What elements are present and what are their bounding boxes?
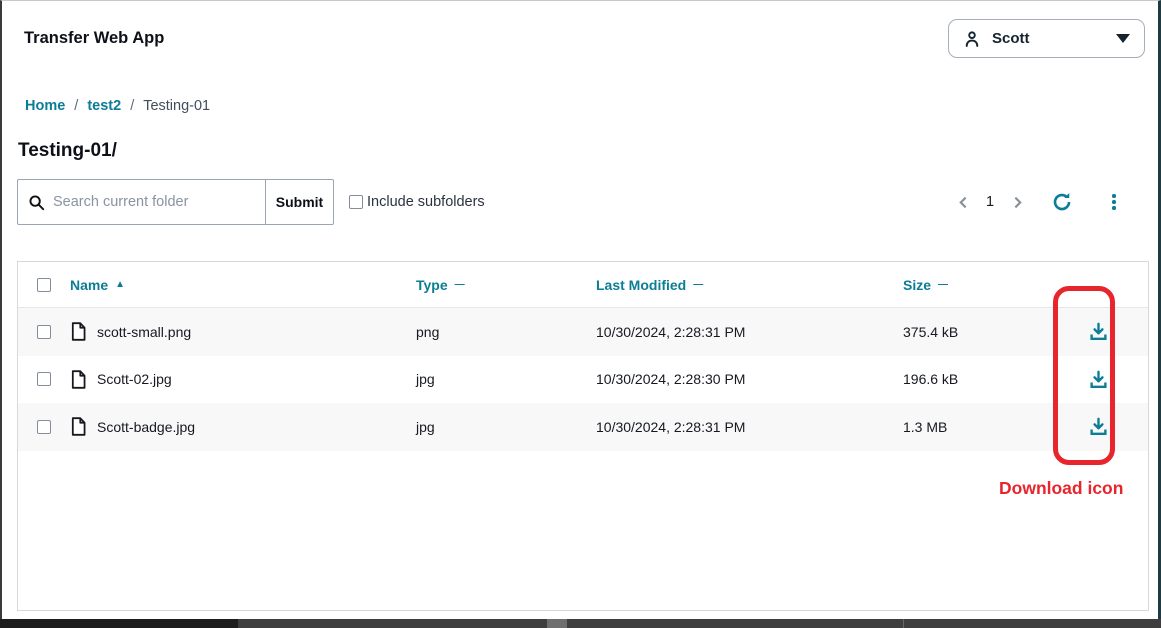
breadcrumb-separator: / bbox=[130, 98, 134, 114]
table-row: Scott-badge.jpg jpg 10/30/2024, 2:28:31 … bbox=[18, 403, 1148, 451]
sort-none-icon: — bbox=[455, 279, 464, 290]
breadcrumb-current: Testing-01 bbox=[143, 98, 210, 114]
pagination: 1 bbox=[950, 187, 1140, 217]
row-checkbox[interactable] bbox=[37, 325, 51, 339]
download-button[interactable] bbox=[1048, 322, 1148, 341]
include-subfolders-checkbox[interactable] bbox=[349, 195, 363, 209]
table-row: scott-small.png png 10/30/2024, 2:28:31 … bbox=[18, 308, 1148, 356]
person-icon bbox=[963, 30, 981, 48]
prev-page-button[interactable] bbox=[950, 188, 976, 216]
file-modified: 10/30/2024, 2:28:30 PM bbox=[596, 371, 903, 387]
taskbar-segment bbox=[547, 619, 567, 628]
column-header-size[interactable]: Size — bbox=[903, 277, 1048, 293]
sort-none-icon: — bbox=[693, 279, 702, 290]
file-table: Name ▲ Type — Last Modified — Size — bbox=[17, 261, 1149, 611]
file-icon bbox=[70, 322, 87, 341]
file-name[interactable]: Scott-02.jpg bbox=[97, 371, 172, 387]
row-checkbox[interactable] bbox=[37, 372, 51, 386]
file-modified: 10/30/2024, 2:28:31 PM bbox=[596, 419, 903, 435]
download-icon bbox=[1089, 322, 1108, 341]
breadcrumb-separator: / bbox=[74, 98, 78, 114]
search-input[interactable] bbox=[53, 194, 243, 210]
file-size: 1.3 MB bbox=[903, 419, 1048, 435]
download-button[interactable] bbox=[1048, 417, 1148, 436]
file-icon bbox=[70, 370, 87, 389]
current-page-number: 1 bbox=[976, 194, 1004, 210]
column-header-name[interactable]: Name ▲ bbox=[70, 277, 416, 293]
column-header-type[interactable]: Type — bbox=[416, 277, 596, 293]
breadcrumb: Home / test2 / Testing-01 bbox=[25, 98, 210, 114]
breadcrumb-test2[interactable]: test2 bbox=[87, 98, 121, 114]
user-name: Scott bbox=[992, 30, 1030, 47]
next-page-button[interactable] bbox=[1004, 188, 1030, 216]
magnifier-icon bbox=[28, 194, 45, 211]
file-type: jpg bbox=[416, 419, 596, 435]
app-window: Transfer Web App Scott Home / test2 / Te… bbox=[0, 0, 1161, 628]
file-name[interactable]: scott-small.png bbox=[97, 324, 191, 340]
download-icon bbox=[1089, 370, 1108, 389]
user-menu-button[interactable]: Scott bbox=[948, 19, 1145, 58]
taskbar-edge bbox=[0, 619, 1161, 628]
file-modified: 10/30/2024, 2:28:31 PM bbox=[596, 324, 903, 340]
annotation-label: Download icon bbox=[999, 478, 1123, 499]
column-header-last-modified[interactable]: Last Modified — bbox=[596, 277, 903, 293]
breadcrumb-home[interactable]: Home bbox=[25, 98, 65, 114]
refresh-button[interactable] bbox=[1047, 188, 1077, 216]
select-all-checkbox[interactable] bbox=[37, 278, 51, 292]
submit-button[interactable]: Submit bbox=[265, 179, 334, 225]
download-icon bbox=[1089, 417, 1108, 436]
app-title: Transfer Web App bbox=[24, 29, 164, 48]
file-size: 375.4 kB bbox=[903, 324, 1048, 340]
chevron-down-icon bbox=[1116, 34, 1130, 43]
file-size: 196.6 kB bbox=[903, 371, 1048, 387]
file-type: jpg bbox=[416, 371, 596, 387]
include-subfolders-label: Include subfolders bbox=[367, 194, 485, 210]
sort-ascending-icon: ▲ bbox=[115, 279, 125, 290]
table-row: Scott-02.jpg jpg 10/30/2024, 2:28:30 PM … bbox=[18, 356, 1148, 404]
file-type: png bbox=[416, 324, 596, 340]
table-header-row: Name ▲ Type — Last Modified — Size — bbox=[18, 262, 1148, 308]
file-icon bbox=[70, 417, 87, 436]
row-checkbox[interactable] bbox=[37, 420, 51, 434]
kebab-menu-icon[interactable] bbox=[1099, 188, 1129, 216]
search-box bbox=[17, 179, 265, 225]
taskbar-segment bbox=[0, 619, 238, 628]
download-button[interactable] bbox=[1048, 370, 1148, 389]
refresh-icon bbox=[1052, 192, 1072, 212]
taskbar-divider bbox=[903, 619, 904, 628]
page-title: Testing-01/ bbox=[18, 140, 117, 162]
file-name[interactable]: Scott-badge.jpg bbox=[97, 419, 195, 435]
sort-none-icon: — bbox=[938, 279, 947, 290]
include-subfolders-toggle[interactable]: Include subfolders bbox=[349, 179, 485, 225]
